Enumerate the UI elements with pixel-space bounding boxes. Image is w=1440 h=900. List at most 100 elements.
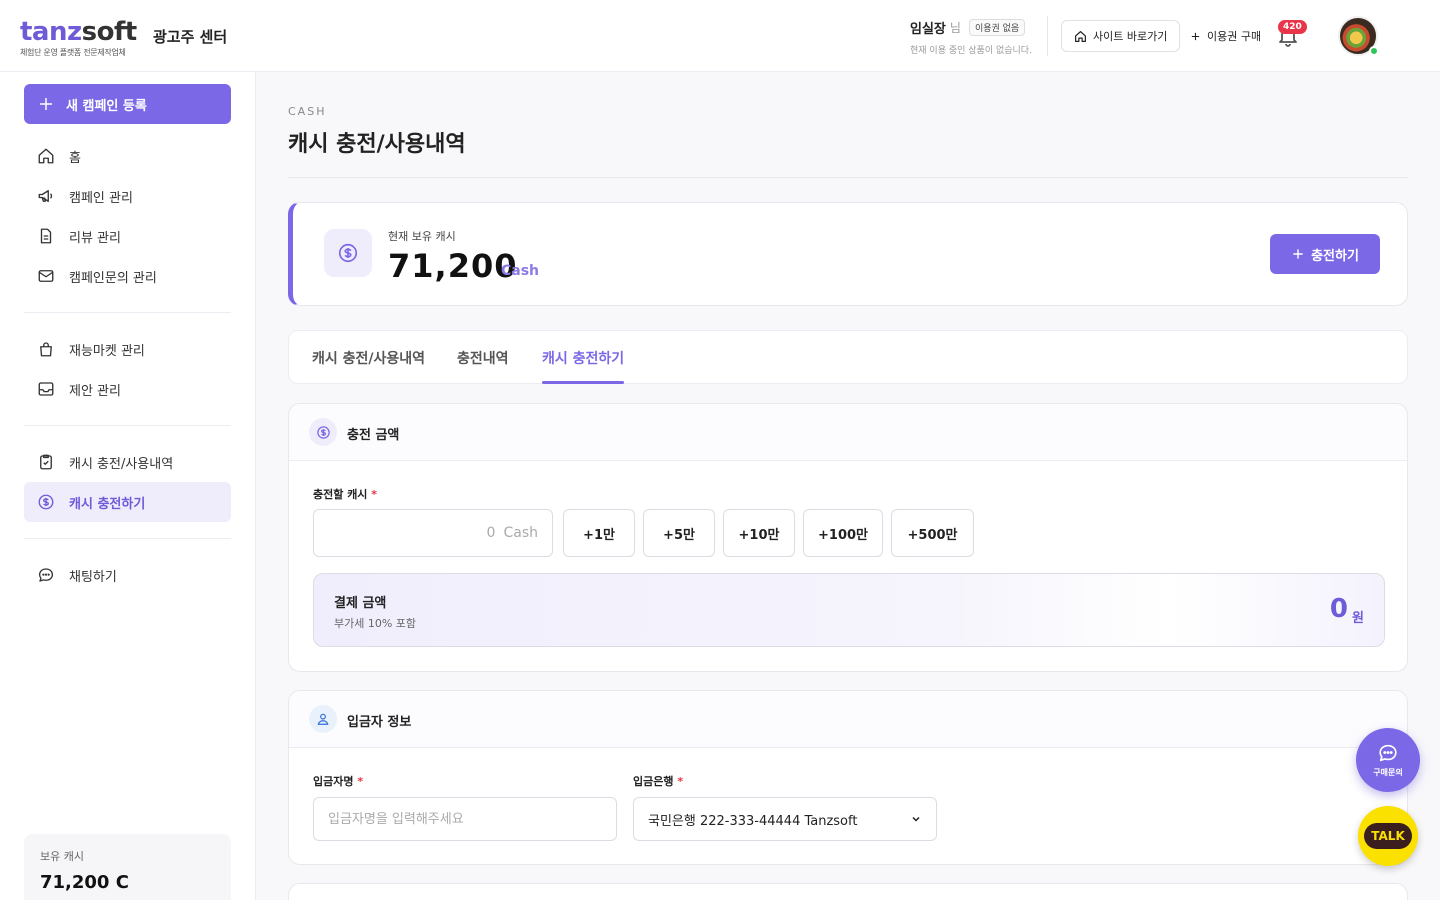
- charge-amount-section: 충전 금액 충전할 캐시 * 0 Cash +1만 +5만 +10만 +100만…: [288, 403, 1408, 672]
- chevron-down-icon: [912, 816, 920, 822]
- depositor-name-input[interactable]: [313, 797, 617, 841]
- charge-button-label: 충전하기: [1311, 248, 1359, 264]
- chat-icon: [38, 568, 54, 582]
- shopping-bag-icon: [40, 342, 52, 357]
- buy-ticket-button[interactable]: 이용권 구매: [1190, 20, 1261, 52]
- amount-unit: Cash: [503, 525, 538, 541]
- plan-badge: 이용권 없음: [968, 19, 1026, 36]
- payment-label: 결제 금액: [334, 596, 387, 611]
- header-divider: [1047, 16, 1048, 56]
- sidebar-item-talent-market[interactable]: 재능마켓 관리: [24, 329, 231, 369]
- site-shortcut-button[interactable]: 사이트 바로가기: [1061, 20, 1181, 52]
- charge-button[interactable]: 충전하기: [1270, 234, 1380, 274]
- amount-placeholder: 0: [486, 525, 496, 541]
- charge-cash-label: 충전할 캐시 *: [313, 488, 378, 501]
- sidebar-item-label: 리뷰 관리: [69, 230, 121, 246]
- sidebar-item-reviews[interactable]: 리뷰 관리: [24, 216, 231, 256]
- sidebar-item-cash-charge[interactable]: 캐시 충전하기: [24, 482, 231, 522]
- quick-add-5m-button[interactable]: +500만: [891, 509, 974, 557]
- center-name: 광고주 센터: [153, 28, 228, 46]
- quick-add-1m-button[interactable]: +100만: [803, 509, 883, 557]
- sidebar-item-inquiries[interactable]: 캠페인문의 관리: [24, 256, 231, 296]
- plus-icon: [1191, 32, 1200, 40]
- plus-icon: [40, 98, 52, 110]
- active-tab-indicator: [542, 381, 624, 384]
- logo[interactable]: tanzsoft 체험단 운영 플랫폼 전문제작업체: [20, 18, 137, 58]
- quick-add-50k-button[interactable]: +5만: [643, 509, 715, 557]
- section-header: 입금자 정보: [289, 691, 1407, 748]
- balance-icon-wrap: [324, 229, 372, 277]
- payment-vat-note: 부가세 10% 포함: [334, 617, 417, 630]
- chat-icon: [1379, 744, 1397, 762]
- quick-add-10k-button[interactable]: +1만: [563, 509, 635, 557]
- balance-unit: Cash: [501, 263, 540, 279]
- sidebar-item-cash-history[interactable]: 캐시 충전/사용내역: [24, 442, 231, 482]
- purchase-inquiry-button[interactable]: 구매문의: [1356, 728, 1420, 792]
- required-mark: *: [677, 775, 684, 788]
- plus-icon: [1293, 249, 1303, 259]
- user-info: 임실장 님 이용권 없음 현재 이용 중인 상품이 없습니다.: [910, 18, 1032, 56]
- depositor-section: 입금자 정보 입금자명 * 입금은행 * 국민은행 222-333-44444 …: [288, 690, 1408, 865]
- logo-tagline: 체험단 운영 플랫폼 전문제작업체: [20, 48, 126, 57]
- balance-value: 71,200: [388, 247, 518, 285]
- notification-badge: 420: [1278, 20, 1307, 34]
- required-mark: *: [371, 488, 378, 501]
- kakao-talk-button[interactable]: TALK: [1358, 806, 1418, 866]
- top-header: tanzsoft 체험단 운영 플랫폼 전문제작업체 광고주 센터 임실장 님 …: [0, 0, 1440, 72]
- sidebar-divider: [24, 312, 231, 313]
- sidebar-divider: [24, 425, 231, 426]
- sidebar-item-home[interactable]: 홈: [24, 136, 231, 176]
- clipboard-check-icon: [40, 454, 52, 470]
- home-icon: [1075, 30, 1086, 42]
- sidebar-item-proposals[interactable]: 제안 관리: [24, 369, 231, 409]
- logo-wordmark: tanzsoft: [20, 17, 137, 47]
- quick-add-100k-button[interactable]: +10만: [723, 509, 795, 557]
- sidebar-item-label: 재능마켓 관리: [69, 343, 145, 359]
- sidebar: 새 캠페인 등록 홈 캠페인 관리 리뷰 관리 캠페인문의 관리 재능마켓 관리…: [0, 72, 256, 900]
- new-campaign-button[interactable]: 새 캠페인 등록: [24, 84, 231, 124]
- charge-amount-input[interactable]: 0 Cash: [313, 509, 553, 557]
- sidebar-item-label: 채팅하기: [69, 569, 117, 585]
- sidebar-item-campaigns[interactable]: 캠페인 관리: [24, 176, 231, 216]
- deposit-bank-label: 입금은행 *: [633, 775, 684, 788]
- inbox-icon: [38, 382, 54, 396]
- balance-label: 현재 보유 캐시: [388, 230, 456, 243]
- document-icon: [40, 228, 52, 244]
- tab-cash-charge[interactable]: 캐시 충전하기: [542, 348, 624, 368]
- sidebar-cash-summary: 보유 캐시 71,200 C: [24, 834, 231, 900]
- user-icon: [317, 713, 329, 725]
- dollar-circle-icon: [38, 494, 54, 510]
- sidebar-item-label: 캐시 충전/사용내역: [69, 456, 174, 472]
- sidebar-cash-label: 보유 캐시: [40, 850, 84, 863]
- home-icon: [38, 148, 54, 164]
- user-suffix: 님: [949, 21, 961, 35]
- plan-note: 현재 이용 중인 상품이 없습니다.: [910, 46, 1032, 56]
- sidebar-item-chat[interactable]: 채팅하기: [24, 555, 231, 595]
- site-shortcut-label: 사이트 바로가기: [1093, 30, 1168, 43]
- page-title: 캐시 충전/사용내역: [288, 132, 466, 157]
- payment-unit: 원: [1352, 611, 1364, 626]
- deposit-bank-selected: 국민은행 222-333-44444 Tanzsoft: [648, 813, 858, 829]
- tab-charge-history[interactable]: 충전내역: [457, 348, 509, 368]
- payment-total-box: 결제 금액 부가세 10% 포함 0 원: [313, 573, 1385, 647]
- new-campaign-label: 새 캠페인 등록: [66, 98, 147, 114]
- sidebar-item-label: 캠페인 관리: [69, 190, 133, 206]
- megaphone-icon: [38, 190, 53, 202]
- sidebar-item-label: 캐시 충전하기: [69, 496, 146, 512]
- section-icon-wrap: [309, 418, 337, 446]
- page-eyebrow: CASH: [288, 105, 327, 118]
- required-mark: *: [357, 775, 364, 788]
- purchase-inquiry-label: 구매문의: [1373, 768, 1403, 777]
- sidebar-divider: [24, 538, 231, 539]
- tab-cash-history[interactable]: 캐시 충전/사용내역: [312, 348, 425, 368]
- dollar-circle-icon: [338, 243, 358, 263]
- kakao-talk-icon: TALK: [1364, 823, 1412, 849]
- next-section-card: [288, 883, 1408, 900]
- payment-value: 0: [1329, 594, 1348, 624]
- online-status-dot: [1369, 46, 1379, 56]
- section-title: 입금자 정보: [347, 715, 412, 730]
- balance-card: 현재 보유 캐시 71,200 Cash 충전하기: [288, 202, 1408, 306]
- deposit-bank-select[interactable]: 국민은행 222-333-44444 Tanzsoft: [633, 797, 937, 841]
- sidebar-cash-value: 71,200 C: [40, 872, 129, 893]
- user-name: 임실장: [910, 22, 946, 37]
